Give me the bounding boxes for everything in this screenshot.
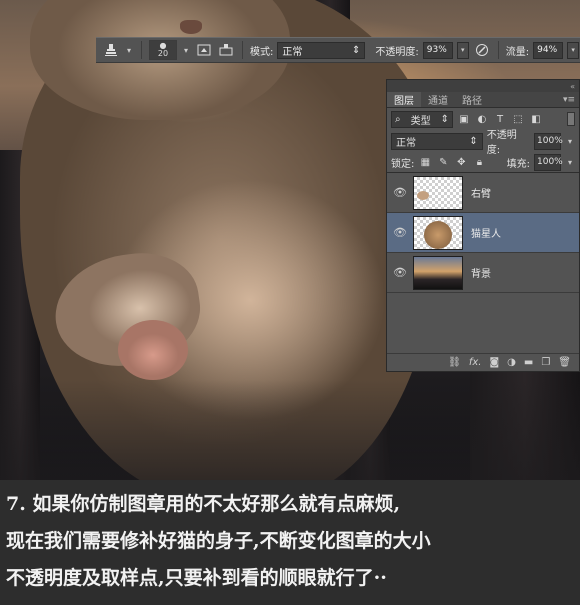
lock-transparent-icon[interactable]: ▦ — [418, 155, 432, 169]
flow-input[interactable]: 94% — [533, 41, 564, 59]
visibility-eye-icon[interactable]: 👁︎ — [387, 266, 413, 279]
fill-input[interactable]: 100% — [534, 153, 563, 171]
lock-image-icon[interactable]: ✎ — [436, 155, 450, 169]
layer-row-right-arm[interactable]: 👁︎ 右臂 — [387, 173, 579, 213]
mode-select[interactable]: 正常 ⇕ — [277, 41, 366, 59]
select-arrows-icon: ⇕ — [351, 44, 361, 56]
lock-label: 锁定: — [391, 158, 415, 170]
layer-row-cat[interactable]: 👁︎ 猫星人 — [387, 213, 579, 253]
link-layers-icon[interactable]: ⛓ — [448, 357, 461, 368]
filter-type-icon[interactable]: T — [493, 112, 507, 126]
layer-row-background[interactable]: 👁︎ 背景 — [387, 253, 579, 293]
layers-panel-footer: ⛓ fx. ◙ ◑ ▬ ❐ 🗑︎ — [387, 353, 579, 371]
opacity-slider-toggle-icon[interactable]: ▾ — [456, 41, 469, 59]
opacity-label: 不透明度: — [375, 46, 419, 58]
divider — [497, 41, 499, 59]
fill-label: 填充: — [506, 158, 530, 170]
filter-pixel-icon[interactable]: ▣ — [457, 112, 471, 126]
select-arrows-icon: ⇕ — [469, 135, 478, 147]
filter-toggle[interactable] — [567, 112, 575, 126]
filter-shape-icon[interactable]: ⬚ — [511, 112, 525, 126]
layers-panel: « 图层 通道 路径 ▾≡ ⌕ 类型 ⇕ ▣ ◐ T ⬚ ◧ 正常 ⇕ 不透明度… — [386, 79, 580, 372]
lock-row: 锁定: ▦ ✎ ✥ 🔒︎ 填充: 100% ▾ — [387, 152, 579, 172]
adjustment-layer-icon[interactable]: ◑ — [507, 357, 516, 368]
opacity-input[interactable]: 93% — [422, 41, 453, 59]
clone-stamp-tool-icon[interactable] — [102, 41, 120, 59]
layer-list: 👁︎ 右臂 👁︎ 猫星人 👁︎ 背景 — [387, 172, 579, 293]
brush-picker-dropdown-icon[interactable]: ▾ — [181, 44, 191, 56]
add-mask-icon[interactable]: ◙ — [489, 357, 499, 368]
tab-channels[interactable]: 通道 — [421, 92, 455, 107]
lock-position-icon[interactable]: ✥ — [454, 155, 468, 169]
lock-all-icon[interactable]: 🔒︎ — [472, 155, 486, 169]
layer-opacity-label: 不透明度: — [486, 130, 517, 156]
visibility-eye-icon[interactable]: 👁︎ — [387, 186, 413, 199]
blend-mode-value: 正常 — [396, 137, 416, 149]
mode-value: 正常 — [282, 46, 303, 58]
tool-options-bar: ▾ ● 20 ▾ 模式: 正常 ⇕ 不透明度: 93% ▾ 流量: 94% ▾ — [96, 37, 580, 63]
divider — [242, 41, 243, 59]
caption-line-2: 现在我们需要修补好猫的身子,不断变化图章的大小 — [6, 530, 431, 552]
layer-opacity-input[interactable]: 100% — [534, 132, 563, 150]
clone-source-panel-icon[interactable] — [217, 41, 235, 59]
flow-slider-toggle-icon[interactable]: ▾ — [567, 41, 580, 59]
layer-thumbnail — [413, 255, 463, 290]
mode-label: 模式: — [250, 46, 274, 58]
layer-style-fx-button[interactable]: fx. — [469, 357, 482, 368]
ground-fog — [0, 380, 580, 480]
search-icon: ⌕ — [395, 113, 401, 125]
brush-size-value: 20 — [157, 49, 169, 58]
new-layer-icon[interactable]: ❐ — [541, 357, 550, 368]
filter-kind-value: 类型 — [410, 115, 431, 127]
caption-line-1: 7. 如果你仿制图章用的不太好那么就有点麻烦, — [6, 493, 401, 515]
layer-thumbnail — [413, 175, 463, 210]
select-arrows-icon: ⇕ — [440, 113, 449, 125]
filter-adjustment-icon[interactable]: ◐ — [475, 112, 489, 126]
filter-smart-object-icon[interactable]: ◧ — [529, 112, 543, 126]
new-group-folder-icon[interactable]: ▬ — [524, 357, 533, 368]
caption-line-3: 不透明度及取样点,只要补到看的顺眼就行了·· — [6, 567, 387, 589]
brush-size-picker[interactable]: ● 20 — [149, 40, 177, 60]
cat-nose — [180, 20, 202, 34]
tab-paths[interactable]: 路径 — [455, 92, 489, 107]
blend-row: 正常 ⇕ 不透明度: 100% ▾ — [387, 130, 579, 156]
tool-preset-dropdown-icon[interactable]: ▾ — [124, 44, 134, 56]
opacity-dropdown-icon[interactable]: ▾ — [565, 135, 575, 147]
layer-thumbnail — [413, 215, 463, 250]
tutorial-caption: 7. 如果你仿制图章用的不太好那么就有点麻烦, 现在我们需要修补好猫的身子,不断… — [0, 480, 580, 605]
filter-kind-select[interactable]: ⌕ 类型 ⇕ — [391, 110, 453, 128]
layer-name: 右臂 — [471, 189, 491, 200]
pressure-opacity-icon[interactable] — [473, 41, 491, 59]
flow-label: 流量: — [505, 46, 530, 58]
cat-paw — [118, 320, 188, 380]
panel-tabs: 图层 通道 路径 ▾≡ — [387, 92, 579, 108]
brush-panel-icon[interactable] — [195, 41, 213, 59]
layer-filter-row: ⌕ 类型 ⇕ ▣ ◐ T ⬚ ◧ — [387, 108, 579, 130]
blend-mode-select[interactable]: 正常 ⇕ — [391, 132, 483, 150]
fill-dropdown-icon[interactable]: ▾ — [565, 156, 575, 168]
collapse-icon[interactable]: « — [570, 82, 575, 91]
divider — [141, 41, 142, 59]
visibility-eye-icon[interactable]: 👁︎ — [387, 226, 413, 239]
panel-titlebar[interactable]: « — [387, 80, 579, 92]
tab-layers[interactable]: 图层 — [387, 92, 421, 107]
layer-name: 背景 — [471, 269, 491, 280]
panel-menu-icon[interactable]: ▾≡ — [563, 92, 579, 107]
delete-layer-trash-icon[interactable]: 🗑︎ — [558, 357, 571, 368]
layer-name: 猫星人 — [471, 229, 501, 240]
